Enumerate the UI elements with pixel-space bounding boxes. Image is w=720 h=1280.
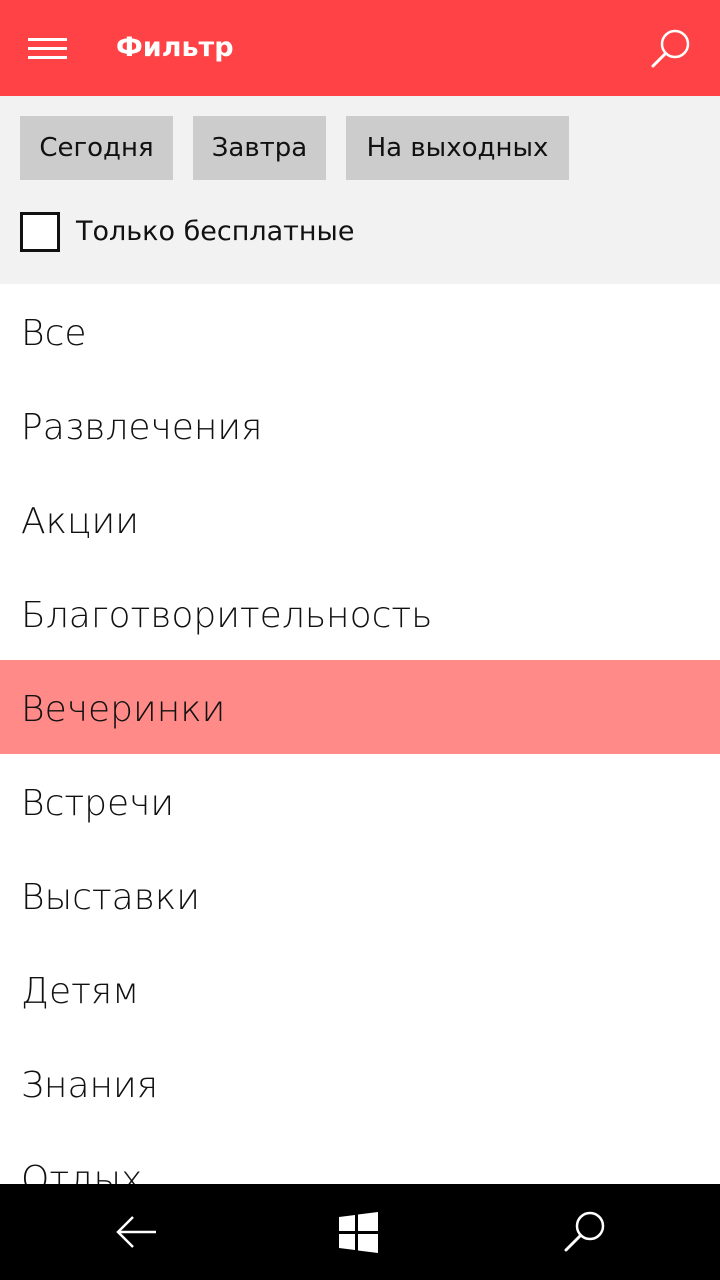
filter-panel: Сегодня Завтра На выходных Только беспла… xyxy=(0,96,720,284)
back-arrow-icon[interactable] xyxy=(106,1202,166,1262)
page-title: Фильтр xyxy=(116,32,234,63)
system-nav-bar xyxy=(0,1184,720,1280)
category-item-kids[interactable]: Детям xyxy=(0,942,720,1036)
category-list: Все Развлечения Акции Благотворительност… xyxy=(0,284,720,1184)
search-icon[interactable] xyxy=(556,1202,616,1262)
checkbox-box[interactable] xyxy=(20,212,60,252)
hamburger-menu-icon[interactable] xyxy=(28,36,68,62)
category-item-meetings[interactable]: Встречи xyxy=(0,754,720,848)
category-item-promotions[interactable]: Акции xyxy=(0,472,720,566)
category-item-exhibitions[interactable]: Выставки xyxy=(0,848,720,942)
category-item-all[interactable]: Все xyxy=(0,284,720,378)
search-icon[interactable] xyxy=(648,26,694,72)
category-item-leisure[interactable]: Отдых xyxy=(0,1130,720,1184)
category-item-entertainment[interactable]: Развлечения xyxy=(0,378,720,472)
chip-today[interactable]: Сегодня xyxy=(20,116,173,180)
category-item-knowledge[interactable]: Знания xyxy=(0,1036,720,1130)
filter-screen: Фильтр Сегодня Завтра На выходных Только… xyxy=(0,0,720,1280)
chip-tomorrow[interactable]: Завтра xyxy=(193,116,326,180)
windows-logo-icon[interactable] xyxy=(328,1202,388,1262)
free-only-label: Только бесплатные xyxy=(76,216,355,247)
chip-weekend[interactable]: На выходных xyxy=(346,116,569,180)
category-item-charity[interactable]: Благотворительность xyxy=(0,566,720,660)
app-header: Фильтр xyxy=(0,0,720,96)
category-item-parties[interactable]: Вечеринки xyxy=(0,660,720,754)
